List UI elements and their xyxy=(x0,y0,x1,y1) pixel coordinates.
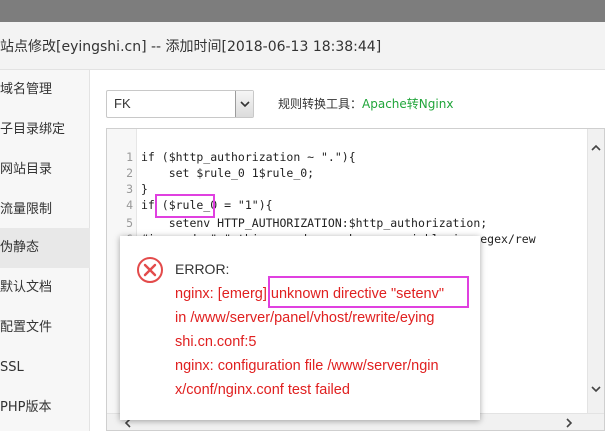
error-dialog: ERROR: nginx: [emerg] unknown directive … xyxy=(120,236,480,420)
code-line: 4 if ($rule_0 = "1"){ xyxy=(107,181,273,212)
error-message-line: shi.cn.conf:5 xyxy=(175,334,257,350)
code-line: 5 setenv HTTP_AUTHORIZATION:$http_author… xyxy=(107,199,487,230)
sidebar-item-default-document[interactable]: 默认文档 xyxy=(0,268,90,308)
site-settings-sidebar: 域名管理 子目录绑定 网站目录 流量限制 伪静态 默认文档 配置文件 SSL P… xyxy=(0,70,90,431)
sidebar-item-traffic-limit[interactable]: 流量限制 xyxy=(0,190,90,230)
sidebar-item-subdirectory-binding[interactable]: 子目录绑定 xyxy=(0,110,90,150)
rewrite-template-value: FK xyxy=(114,96,131,111)
vertical-scrollbar[interactable] xyxy=(587,129,604,430)
scroll-down-icon[interactable] xyxy=(587,381,604,398)
rule-converter-text: 规则转换工具： xyxy=(278,97,363,111)
sidebar-item-domain-management[interactable]: 域名管理 xyxy=(0,70,90,110)
scroll-up-icon[interactable] xyxy=(587,139,604,156)
sidebar-item-rewrite[interactable]: 伪静态 xyxy=(0,228,90,268)
sidebar-item-php-version[interactable]: PHP版本 xyxy=(0,388,90,428)
line-text: if ($http_authorization ~ "."){ xyxy=(141,150,356,164)
chevron-down-icon[interactable] xyxy=(235,91,253,117)
error-message-line: in /www/server/panel/vhost/rewrite/eying xyxy=(175,310,435,326)
error-message-line: nginx: configuration file /www/server/ng… xyxy=(175,358,439,374)
sidebar-item-site-directory[interactable]: 网站目录 xyxy=(0,150,90,190)
rule-converter-label: 规则转换工具：Apache转Nginx xyxy=(278,95,453,112)
setenv-highlight-box xyxy=(155,194,215,218)
sidebar-item-ssl[interactable]: SSL xyxy=(0,348,90,388)
code-line: 1 if ($http_authorization ~ "."){ xyxy=(107,133,356,164)
window-titlebar: 站点修改[eyingshi.cn] -- 添加时间[2018-06-13 18:… xyxy=(0,22,605,70)
code-line: 6#ignored: "-" thing used or unknown var… xyxy=(107,215,536,246)
error-title: ERROR: xyxy=(175,261,230,277)
rewrite-template-select[interactable]: FK xyxy=(106,90,254,118)
error-message-line: x/conf/nginx.conf test failed xyxy=(175,382,350,398)
line-text: set $rule_0 1$rule_0; xyxy=(141,166,315,180)
code-line: 2 set $rule_0 1$rule_0; xyxy=(107,149,314,180)
code-line: 3} xyxy=(107,165,149,196)
error-circle-icon xyxy=(136,256,164,284)
sidebar-item-config-file[interactable]: 配置文件 xyxy=(0,308,90,348)
window-title: 站点修改[eyingshi.cn] -- 添加时间[2018-06-13 18:… xyxy=(0,39,382,55)
top-strip xyxy=(0,0,605,22)
scroll-right-icon[interactable] xyxy=(561,414,578,430)
apache-to-nginx-link[interactable]: Apache转Nginx xyxy=(362,97,453,111)
unknown-directive-highlight-box xyxy=(268,276,469,308)
